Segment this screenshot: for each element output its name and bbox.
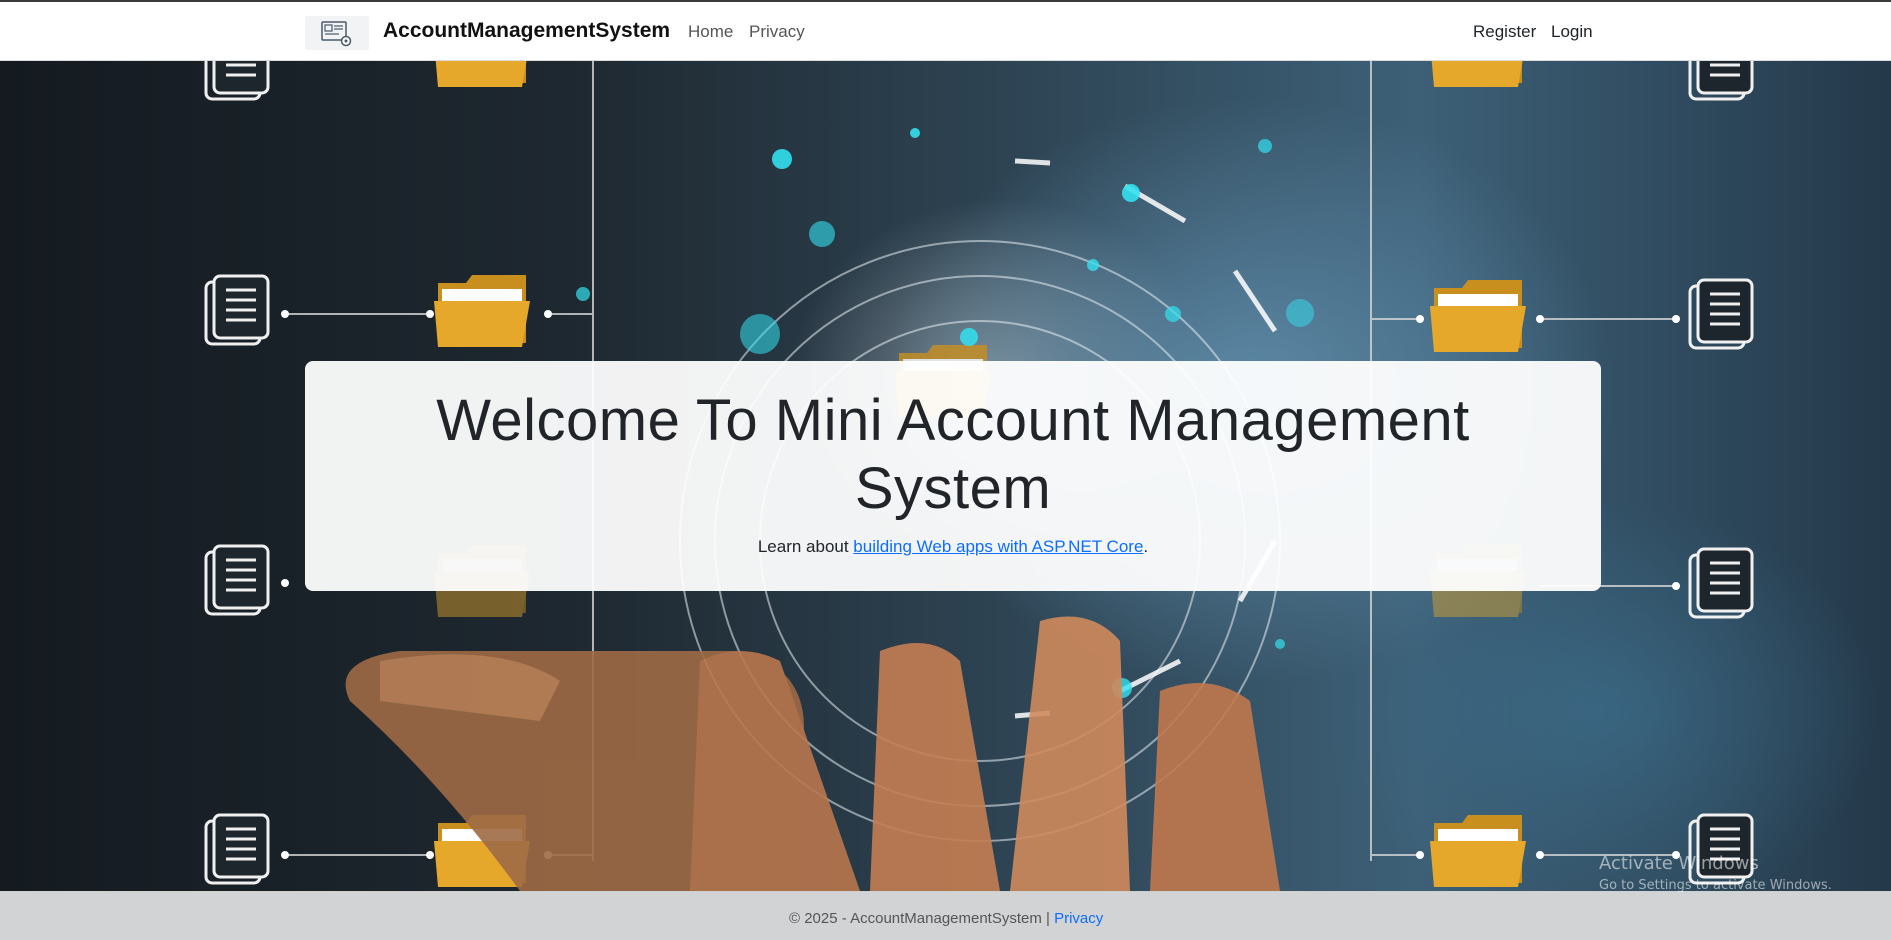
- document-icon: [1688, 278, 1754, 350]
- folder-icon: [434, 275, 530, 347]
- folder-icon: [1430, 815, 1526, 887]
- aspnet-core-docs-link[interactable]: building Web apps with ASP.NET Core: [853, 537, 1143, 556]
- page-footer: © 2025 - AccountManagementSystem | Priva…: [0, 891, 1891, 940]
- document-icon: [1688, 61, 1754, 101]
- welcome-title: Welcome To Mini Account Management Syste…: [436, 388, 1470, 521]
- document-icon: [204, 813, 270, 885]
- footer-privacy-link[interactable]: Privacy: [1054, 910, 1103, 927]
- subtitle-prefix: Learn about: [757, 537, 854, 556]
- document-icon: [204, 274, 270, 346]
- watermark-subtitle: Go to Settings to activate Windows.: [1599, 878, 1832, 893]
- watermark-title: Activate Windows: [1599, 853, 1759, 874]
- folder-icon: [1430, 280, 1526, 352]
- windows-activation-watermark: Activate Windows Go to Settings to activ…: [1599, 853, 1832, 893]
- brand-name[interactable]: AccountManagementSystem: [383, 19, 670, 43]
- folder-icon: [1430, 61, 1526, 87]
- document-icon: [204, 544, 270, 616]
- nav-home-link[interactable]: Home: [688, 22, 733, 42]
- nav-privacy-link[interactable]: Privacy: [749, 22, 805, 42]
- top-navbar: AccountManagementSystem Home Privacy Reg…: [0, 0, 1891, 61]
- brand-logo-icon[interactable]: [305, 16, 369, 50]
- welcome-card: Welcome To Mini Account Management Syste…: [305, 361, 1601, 591]
- subtitle-suffix: .: [1143, 537, 1149, 556]
- footer-copyright: © 2025 - AccountManagementSystem |: [789, 910, 1055, 927]
- nav-login-link[interactable]: Login: [1551, 22, 1593, 42]
- nav-register-link[interactable]: Register: [1473, 22, 1536, 42]
- document-icon: [204, 61, 270, 101]
- welcome-subtitle: Learn about building Web apps with ASP.N…: [305, 537, 1601, 557]
- footer-content: © 2025 - AccountManagementSystem | Priva…: [789, 910, 1103, 927]
- document-icon: [1688, 547, 1754, 619]
- folder-icon: [434, 61, 530, 87]
